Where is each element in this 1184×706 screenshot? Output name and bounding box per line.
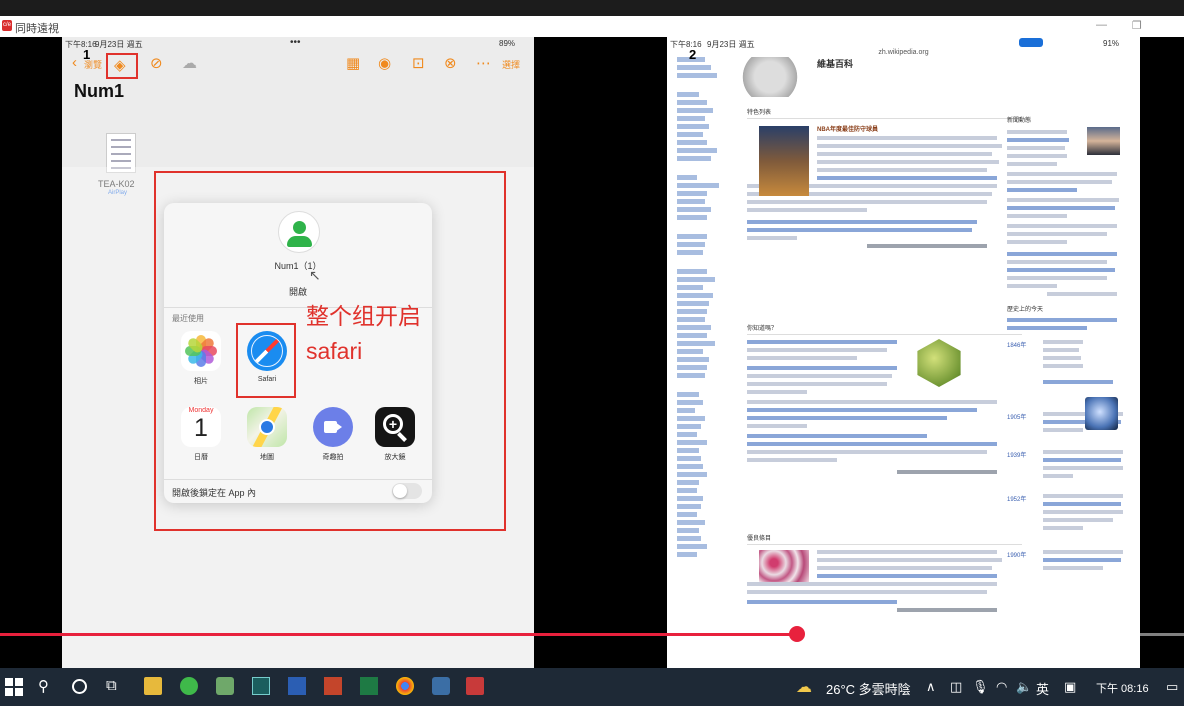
clock[interactable]: 下午 08:16	[1096, 680, 1149, 696]
left-ipad-screen: 下午8:16 9月23日 週五 ••• 89% ‹ 瀏覽 ◈ ⊘ ☁ ▦ ◉ ⊡…	[62, 37, 534, 668]
top-strip	[0, 0, 1184, 16]
video-stage: 下午8:16 9月23日 週五 ••• 89% ‹ 瀏覽 ◈ ⊘ ☁ ▦ ◉ ⊡…	[0, 37, 1184, 668]
microscope-image[interactable]	[759, 550, 809, 582]
eye-icon[interactable]: ◉	[378, 54, 391, 72]
task-view-icon[interactable]: ⧉	[106, 677, 124, 695]
excel-icon[interactable]	[360, 677, 378, 695]
featured-header: 特色列表	[747, 107, 1022, 119]
volume-icon[interactable]: 🔈	[1016, 679, 1032, 695]
word-icon[interactable]	[288, 677, 306, 695]
line-icon[interactable]	[180, 677, 198, 695]
progress-fill	[0, 633, 796, 636]
maximize-button[interactable]: ❐	[1132, 19, 1142, 32]
ime-mode-icon[interactable]: ▣	[1064, 679, 1076, 695]
screen-number-1: 1	[83, 47, 91, 62]
progress-knob[interactable]	[788, 626, 805, 642]
multitask-dots[interactable]: •••	[290, 37, 301, 48]
url-bar[interactable]: zh.wikipedia.org	[667, 49, 1140, 56]
wikipedia-logo-icon[interactable]	[737, 57, 803, 97]
notification-icon[interactable]: ▭	[1166, 679, 1178, 695]
annotation-line-1: 整个组开启	[306, 303, 421, 329]
search-icon[interactable]: ⚲	[38, 677, 56, 695]
grid-icon[interactable]: ▦	[346, 54, 360, 72]
news-column: 新聞動態 歷史上的今天 1846年 1905年 1939年 1952年 1990…	[1007, 115, 1127, 590]
news-header: 新聞動態	[1007, 118, 1032, 124]
document-title: Num1	[74, 81, 125, 101]
lock-icon[interactable]: ⊡	[412, 54, 425, 72]
weather-icon[interactable]: ☁	[796, 677, 812, 697]
dyk-header: 你知道嗎？	[747, 323, 1022, 335]
annotation-text: 整个组开启 safari	[306, 299, 421, 369]
highlight-box-safari	[236, 323, 296, 398]
history-year[interactable]: 1952年	[1007, 494, 1026, 503]
wiki-sidebar	[677, 57, 727, 560]
capture-icon[interactable]	[252, 677, 270, 695]
cloud-icon[interactable]: ☁	[182, 54, 197, 72]
weather-text[interactable]: 26°C 多雲時陰	[826, 679, 911, 698]
app-title: 同時遠視	[15, 23, 59, 35]
select-button[interactable]: 選擇	[502, 58, 520, 71]
compass-icon[interactable]: ⊘	[150, 54, 163, 72]
windows-taskbar: ⚲ ⧉ ☁ 26°C 多雲時陰 ∧ ◫ 🎙 ◠ 🔈 英 ▣ 下午 08:16 ▭	[0, 668, 1184, 706]
cortana-icon[interactable]	[72, 679, 87, 694]
chrome-icon[interactable]	[396, 677, 414, 695]
powerpoint-icon[interactable]	[324, 677, 342, 695]
left-status-bar: 下午8:16 9月23日 週五 ••• 89%	[62, 37, 534, 51]
app-icon[interactable]	[216, 677, 234, 695]
video-progress-bar[interactable]	[0, 626, 1184, 642]
status-date: 9月23日 週五	[95, 40, 143, 49]
history-year[interactable]: 1990年	[1007, 550, 1026, 559]
neptune-image[interactable]	[1085, 397, 1118, 430]
minimize-button[interactable]: —	[1096, 19, 1107, 31]
file-explorer-icon[interactable]	[144, 677, 162, 695]
microphone-icon[interactable]: 🎙	[972, 679, 989, 695]
screen-number-2: 2	[689, 47, 697, 62]
tray-app-icon[interactable]: ◫	[950, 679, 962, 695]
did-you-know-section: 你知道嗎？	[747, 323, 1022, 478]
wifi-icon[interactable]: ◠	[996, 679, 1007, 695]
nba-player-image[interactable]	[759, 126, 809, 196]
good-article-header: 優良條目	[747, 533, 1022, 545]
annotation-line-2: safari	[306, 338, 363, 364]
history-year[interactable]: 1905年	[1007, 412, 1026, 421]
history-year[interactable]: 1846年	[1007, 340, 1026, 349]
battery-percent: 89%	[499, 39, 516, 48]
more-icon[interactable]: ⋯	[476, 54, 491, 72]
screen-share-icon	[1019, 38, 1043, 47]
layers-icon[interactable]: ◈	[114, 56, 126, 74]
news-photo[interactable]	[1087, 127, 1120, 155]
mute-icon[interactable]: ⊗	[444, 54, 457, 72]
app-title-bar: c/e 同時遠視 — ❐	[0, 16, 1184, 37]
windows-start-icon[interactable]	[5, 678, 23, 696]
battery-percent: 91%	[1103, 39, 1120, 48]
site-title: 維基百科	[817, 59, 854, 69]
featured-title[interactable]: NBA年度最佳防守球員	[817, 124, 1022, 133]
recorder-icon[interactable]	[466, 677, 484, 695]
history-header: 歷史上的今天	[1007, 307, 1044, 313]
chevron-up-icon[interactable]: ∧	[926, 679, 936, 695]
back-chevron-icon[interactable]: ‹	[72, 54, 77, 71]
history-year[interactable]: 1939年	[1007, 450, 1026, 459]
app-logo: c/e	[2, 20, 12, 31]
right-ipad-screen: 下午8:16 9月23日 週五 91% zh.wikipedia.org 維基百…	[667, 37, 1140, 668]
screen-mirror-app-icon[interactable]	[432, 677, 450, 695]
ime-indicator[interactable]: 英	[1036, 679, 1049, 698]
status-time: 下午8:16	[65, 40, 97, 49]
